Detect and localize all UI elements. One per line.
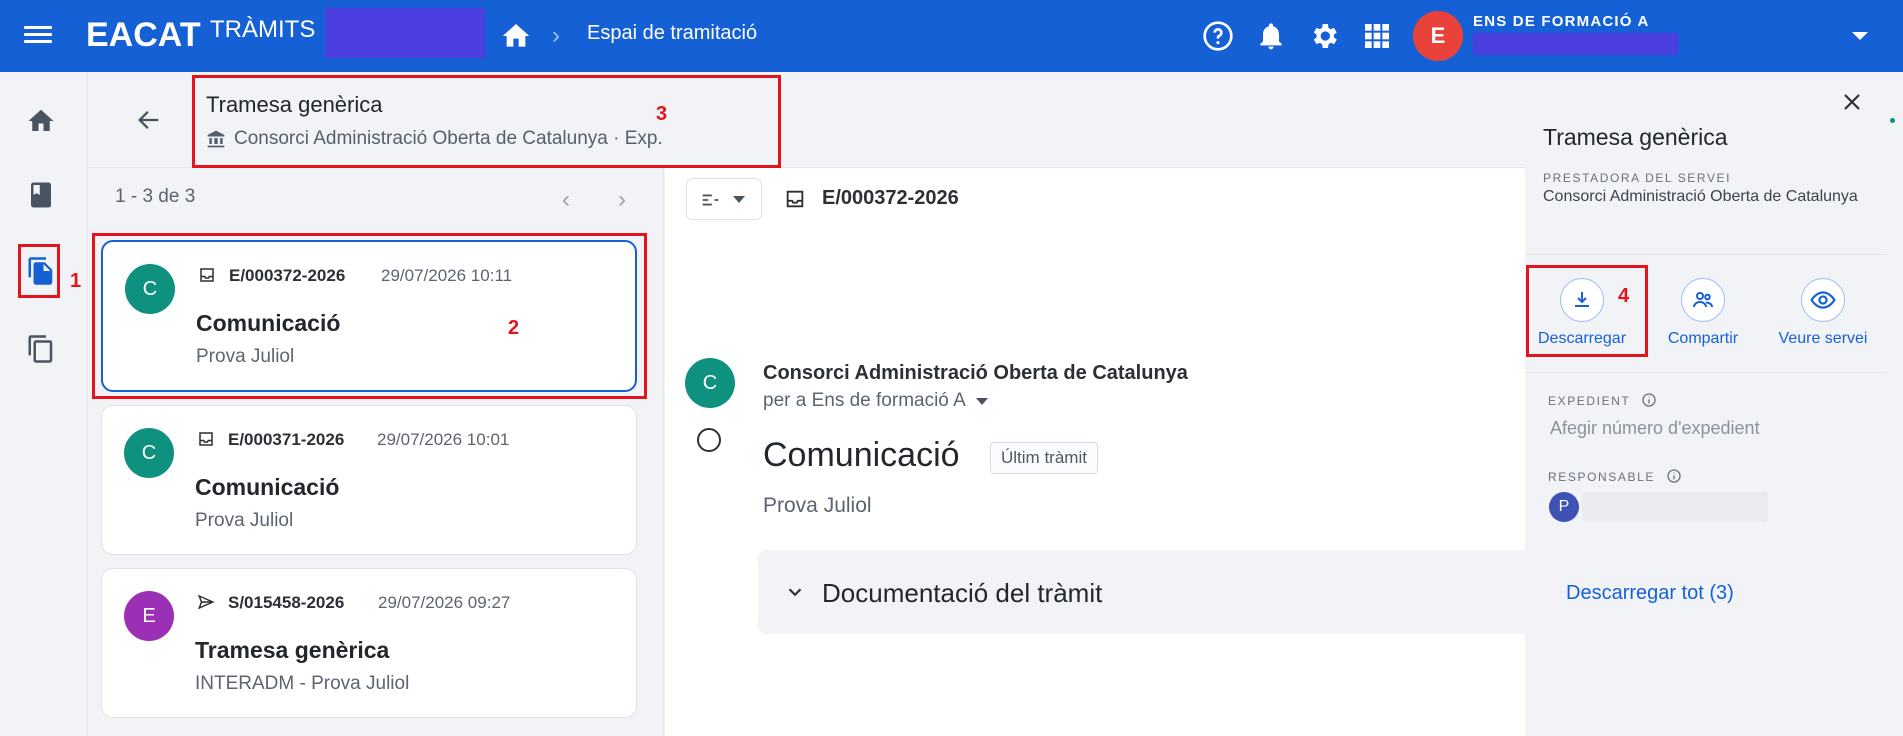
chevron-down-icon[interactable] — [784, 581, 806, 603]
item-reference: S/015458-2026 — [228, 593, 345, 612]
app-logo-subtitle: TRÀMITS — [210, 16, 316, 43]
menu-icon[interactable] — [24, 22, 52, 50]
provider-label: PRESTADORA DEL SERVEI — [1543, 171, 1732, 185]
gear-icon[interactable] — [1308, 20, 1340, 52]
status-badge: Últim tràmit — [990, 442, 1098, 474]
view-service-button[interactable]: Veure servei — [1763, 278, 1883, 348]
expedient-input[interactable]: Afegir número d'expedient — [1550, 418, 1760, 439]
responsable-label-text: RESPONSABLE — [1548, 470, 1655, 484]
prev-page-icon[interactable]: ‹ — [562, 186, 570, 214]
share-label: Compartir — [1667, 330, 1739, 347]
annotation-box-4 — [1526, 265, 1648, 357]
book-icon[interactable] — [26, 180, 56, 210]
recipient[interactable]: per a Ens de formació A — [763, 390, 988, 412]
detail-title: Comunicació — [763, 436, 960, 474]
recipient-text: per a Ens de formació A — [763, 390, 966, 411]
list-item[interactable]: E S/015458-2026 29/07/2026 09:27 Tramesa… — [101, 568, 637, 718]
annotation-number-4: 4 — [1618, 285, 1630, 307]
send-icon — [197, 594, 215, 610]
people-icon — [1681, 278, 1725, 322]
item-date: 29/07/2026 09:27 — [378, 593, 511, 612]
close-icon[interactable] — [1840, 90, 1864, 114]
expedient-label-text: EXPEDIENT — [1548, 394, 1631, 408]
breadcrumb-chevron-icon: › — [552, 22, 560, 49]
info-icon[interactable] — [1641, 392, 1657, 408]
top-bar: EACAT TRÀMITS › Espai de tramitació E EN… — [0, 0, 1903, 72]
detail-description: Prova Juliol — [763, 494, 872, 517]
copy-icon[interactable] — [26, 334, 56, 364]
responsable-avatar[interactable]: P — [1549, 492, 1579, 522]
organization-name: ENS DE FORMACIÓ A — [1473, 13, 1650, 30]
documents-title[interactable]: Documentació del tràmit — [822, 578, 1102, 609]
item-reference: E/000371-2026 — [228, 430, 345, 449]
download-all-link[interactable]: Descarregar tot (3) — [1566, 582, 1734, 605]
bell-icon[interactable] — [1255, 20, 1287, 52]
annotation-number-2: 2 — [508, 317, 520, 339]
chevron-down-icon[interactable] — [1852, 32, 1868, 40]
app-logo[interactable]: EACAT — [86, 16, 201, 55]
status-dot — [1890, 118, 1895, 123]
sender-name: Consorci Administració Oberta de Catalun… — [763, 362, 1188, 384]
item-title: Tramesa genèrica — [195, 637, 390, 663]
responsable-label: RESPONSABLE — [1548, 468, 1682, 484]
avatar: C — [124, 428, 174, 478]
list-item[interactable]: C E/000371-2026 29/07/2026 10:01 Comunic… — [101, 405, 637, 555]
chevron-down-icon[interactable] — [975, 397, 988, 405]
annotation-number-1: 1 — [70, 270, 82, 292]
help-icon[interactable] — [1202, 20, 1234, 52]
redacted-responsable-name — [1582, 492, 1768, 522]
share-button[interactable]: Compartir — [1643, 278, 1763, 348]
apps-grid-icon[interactable] — [1361, 20, 1393, 52]
home-icon[interactable] — [26, 106, 56, 136]
info-icon[interactable] — [1666, 468, 1682, 484]
sender-avatar: C — [685, 358, 735, 408]
filter-button[interactable] — [686, 178, 762, 220]
annotation-number-3: 3 — [656, 103, 668, 125]
detail-reference: E/000372-2026 — [822, 187, 959, 209]
view-service-label: Veure servei — [1778, 330, 1868, 347]
annotation-box-3 — [192, 75, 781, 168]
expedient-label: EXPEDIENT — [1548, 392, 1657, 408]
item-subtitle: INTERADM - Prova Juliol — [195, 673, 410, 694]
timeline-marker — [697, 428, 721, 452]
item-date: 29/07/2026 10:01 — [377, 430, 510, 449]
eye-icon — [1801, 278, 1845, 322]
item-subtitle: Prova Juliol — [195, 510, 294, 531]
chevron-down-icon — [733, 196, 745, 203]
avatar: E — [124, 591, 174, 641]
redacted-block — [325, 8, 485, 58]
home-icon[interactable] — [500, 20, 532, 52]
inbox-icon — [199, 432, 213, 446]
annotation-box-1 — [18, 244, 60, 298]
breadcrumb[interactable]: Espai de tramitació — [587, 22, 757, 45]
list-filter-icon — [702, 194, 719, 206]
provider-value: Consorci Administració Oberta de Catalun… — [1543, 188, 1858, 205]
annotation-box-2 — [92, 233, 647, 399]
next-page-icon[interactable]: › — [618, 186, 626, 214]
divider — [1525, 372, 1887, 373]
inbox-icon — [786, 190, 804, 208]
user-avatar[interactable]: E — [1413, 11, 1463, 61]
item-title: Comunicació — [195, 474, 340, 500]
redacted-user-block — [1473, 33, 1678, 55]
info-title: Tramesa genèrica — [1543, 124, 1728, 150]
divider — [1525, 254, 1887, 255]
side-rail — [0, 72, 88, 736]
pagination-count: 1 - 3 de 3 — [115, 186, 196, 207]
back-arrow-icon[interactable] — [135, 106, 163, 134]
